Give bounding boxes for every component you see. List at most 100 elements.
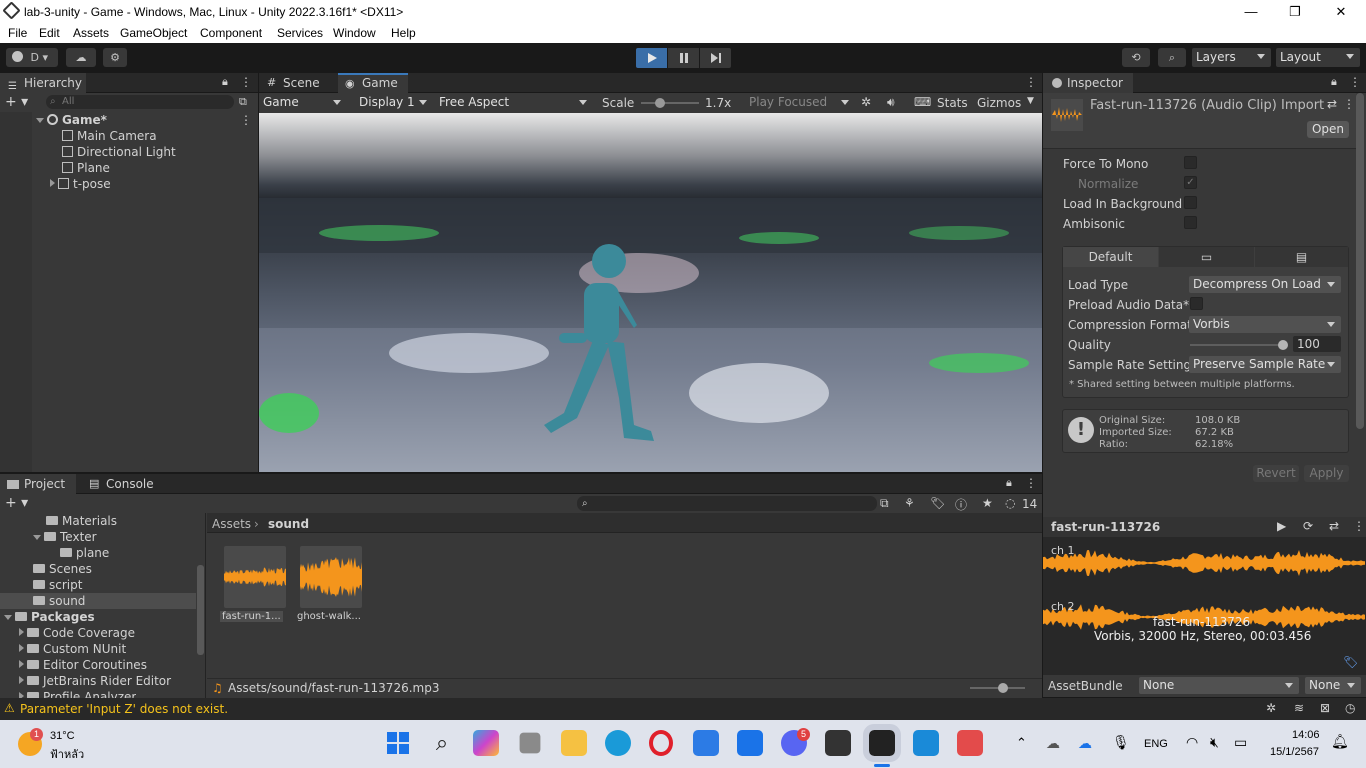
- assetbundle-dropdown[interactable]: None: [1139, 677, 1299, 694]
- cache-server-icon[interactable]: ≋: [1294, 701, 1304, 715]
- tab-game[interactable]: ◉ Game: [338, 73, 408, 93]
- collab-button[interactable]: ⚙: [103, 48, 127, 67]
- more-menu-icon[interactable]: ⋮: [1025, 476, 1037, 490]
- tab-project[interactable]: Project: [0, 474, 76, 494]
- menu-help[interactable]: Help: [391, 26, 416, 40]
- layers-dropdown[interactable]: Layers: [1192, 48, 1271, 67]
- snipping-tool-icon[interactable]: [957, 730, 983, 756]
- language-indicator[interactable]: ENG: [1144, 738, 1168, 750]
- folder-scenes[interactable]: Scenes: [33, 561, 92, 577]
- debug-mode-icon[interactable]: ✲: [1266, 701, 1276, 715]
- copilot-icon[interactable]: [473, 730, 499, 756]
- expand-arrow-icon[interactable]: [33, 535, 41, 540]
- hierarchy-search-input[interactable]: ⌕ All: [46, 95, 234, 109]
- weather-widget[interactable]: 1 31°C ฟ้าหลัว: [16, 728, 96, 761]
- more-menu-icon[interactable]: ⋮: [1349, 75, 1361, 89]
- expand-arrow-icon[interactable]: [50, 179, 55, 187]
- vscode-icon[interactable]: [913, 730, 939, 756]
- game-viewport[interactable]: [259, 113, 1042, 472]
- package-profile-analyzer[interactable]: Profile Analyzer: [19, 689, 136, 698]
- play-button[interactable]: [636, 48, 667, 68]
- expand-arrow-icon[interactable]: [19, 644, 24, 652]
- audio-mute-icon[interactable]: 🔊︎: [887, 95, 895, 110]
- volume-mute-icon[interactable]: 🔇︎: [1210, 734, 1219, 751]
- breadcrumb-assets[interactable]: Assets: [212, 517, 251, 531]
- compression-format-dropdown[interactable]: Vorbis: [1189, 316, 1341, 333]
- package-jetbrains-rider[interactable]: JetBrains Rider Editor: [19, 673, 171, 689]
- sample-rate-dropdown[interactable]: Preserve Sample Rate: [1189, 356, 1341, 373]
- onedrive-icon[interactable]: ☁: [1046, 735, 1060, 752]
- label-tag-icon[interactable]: 🏷︎: [1343, 655, 1358, 669]
- minimize-button[interactable]: —: [1228, 0, 1274, 23]
- preload-audio-checkbox[interactable]: [1190, 297, 1203, 310]
- play-focused-dropdown[interactable]: Play Focused: [745, 94, 855, 111]
- platform-tab-default[interactable]: Default: [1063, 247, 1158, 267]
- notification-bell-icon[interactable]: 🔔︎: [1331, 733, 1349, 750]
- folder-script[interactable]: script: [33, 577, 82, 593]
- tab-inspector[interactable]: Inspector: [1043, 73, 1133, 93]
- package-editor-coroutines[interactable]: Editor Coroutines: [19, 657, 147, 673]
- opera-icon[interactable]: [649, 730, 673, 756]
- expand-arrow-icon[interactable]: [19, 676, 24, 684]
- stats-button[interactable]: Stats: [937, 96, 968, 110]
- menu-component[interactable]: Component: [200, 26, 262, 40]
- revert-button[interactable]: Revert: [1253, 465, 1299, 482]
- menu-file[interactable]: File: [8, 26, 27, 40]
- progress-icon[interactable]: ◷: [1345, 701, 1355, 715]
- menu-edit[interactable]: Edit: [39, 26, 60, 40]
- cloud-button[interactable]: ☁: [66, 48, 96, 67]
- menu-services[interactable]: Services: [277, 26, 323, 40]
- favorite-star-icon[interactable]: ★: [982, 496, 993, 510]
- windows-start-icon[interactable]: [385, 730, 411, 756]
- bug-icon[interactable]: ✲: [861, 95, 871, 109]
- scene-search-icon[interactable]: ⧉: [239, 95, 247, 109]
- folder-texter[interactable]: Texter: [33, 529, 97, 545]
- clock-date[interactable]: 15/1/2567: [1270, 746, 1319, 758]
- folder-packages[interactable]: Packages: [4, 609, 95, 625]
- log-filter-icon[interactable]: ⓘ: [955, 496, 967, 513]
- gizmos-dropdown-icon[interactable]: ▼: [1027, 96, 1034, 106]
- lock-icon[interactable]: 🔒︎: [1331, 75, 1337, 89]
- package-custom-nunit[interactable]: Custom NUnit: [19, 641, 126, 657]
- load-type-dropdown[interactable]: Decompress On Load: [1189, 276, 1341, 293]
- search-by-type-icon[interactable]: ⧉: [880, 496, 889, 511]
- hierarchy-item-t-pose[interactable]: t-pose: [50, 176, 111, 192]
- expand-arrow-icon[interactable]: [19, 628, 24, 636]
- asset-fast-run[interactable]: [224, 546, 286, 608]
- onedrive-blue-icon[interactable]: ☁: [1078, 735, 1092, 752]
- hierarchy-item-main-camera[interactable]: Main Camera: [62, 128, 157, 144]
- clock-time[interactable]: 14:06: [1292, 729, 1320, 741]
- create-dropdown[interactable]: + ▾: [5, 94, 28, 110]
- aspect-dropdown[interactable]: Free Aspect: [435, 94, 593, 111]
- folder-sound[interactable]: sound: [0, 593, 196, 609]
- microphone-icon[interactable]: 🎙︎: [1112, 734, 1130, 751]
- wifi-icon[interactable]: ◠: [1186, 734, 1198, 751]
- search-by-label-icon[interactable]: ⚘: [904, 496, 915, 510]
- icon-size-slider-thumb[interactable]: [998, 683, 1008, 693]
- folder-plane[interactable]: plane: [60, 545, 109, 561]
- quality-slider[interactable]: [1190, 340, 1288, 350]
- more-menu-icon[interactable]: ⋮: [1353, 519, 1365, 533]
- more-menu-icon[interactable]: ⋮: [1025, 75, 1037, 89]
- loop-icon[interactable]: ⇄: [1329, 519, 1339, 533]
- close-button[interactable]: ✕: [1318, 0, 1364, 23]
- project-search-input[interactable]: ⌕: [577, 496, 877, 511]
- mail-icon[interactable]: [737, 730, 763, 756]
- battery-icon[interactable]: ▭: [1234, 734, 1247, 751]
- store-icon[interactable]: [693, 730, 719, 756]
- folder-materials[interactable]: Materials: [46, 513, 117, 529]
- expand-arrow-icon[interactable]: [4, 615, 12, 620]
- maximize-button[interactable]: ❐: [1272, 0, 1318, 23]
- hidden-packages-icon[interactable]: ◌: [1005, 496, 1015, 510]
- inspector-scrollbar[interactable]: [1356, 93, 1364, 429]
- icon-size-slider[interactable]: [970, 683, 1025, 693]
- scene-row[interactable]: Game* ⋮: [36, 112, 258, 128]
- menu-window[interactable]: Window: [333, 26, 376, 40]
- unity-hub-icon[interactable]: [825, 730, 851, 756]
- load-in-background-checkbox[interactable]: [1184, 196, 1197, 209]
- game-mode-dropdown[interactable]: Game: [259, 94, 347, 111]
- platform-tab-server[interactable]: ▤: [1255, 247, 1348, 267]
- assetbundle-variant-dropdown[interactable]: None: [1305, 677, 1361, 694]
- breadcrumb-sound[interactable]: sound: [268, 517, 309, 531]
- task-view-icon[interactable]: [519, 732, 541, 754]
